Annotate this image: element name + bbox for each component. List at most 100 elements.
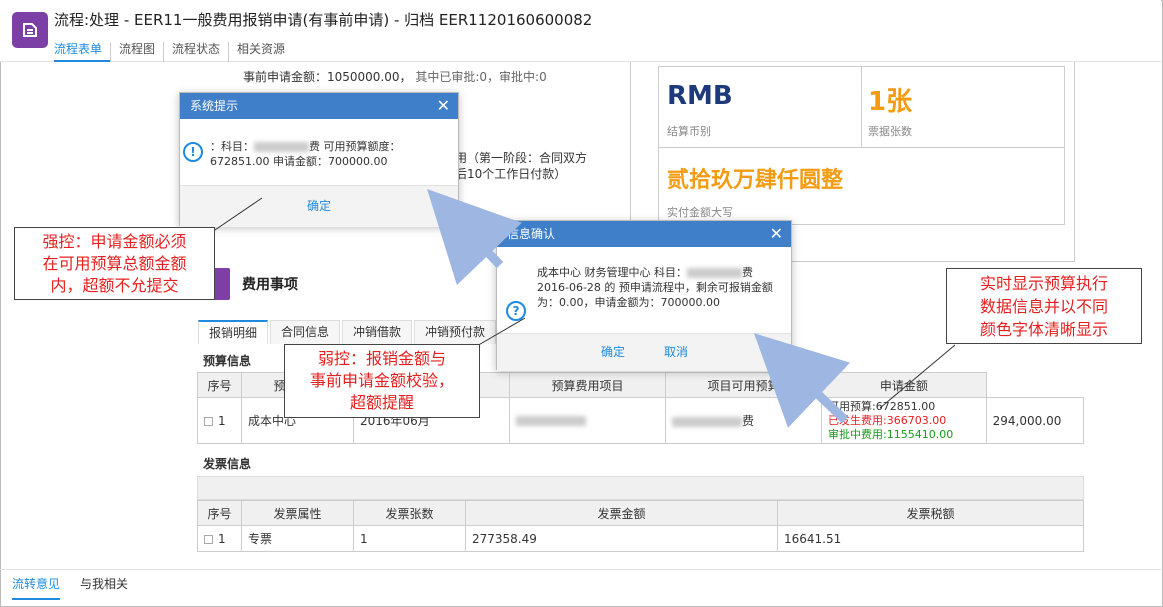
blurred-text — [687, 268, 742, 278]
prelim-amount: 事前申请金额：1050000.00， 其中已审批:0，审批中:0 — [243, 68, 547, 85]
close-icon[interactable]: ✕ — [770, 221, 783, 247]
row-index-cell: 1 — [197, 397, 242, 444]
dialog-title: 系统提示 — [190, 99, 239, 113]
tab-offset-prepay[interactable]: 冲销预付款 — [414, 320, 497, 344]
prelim-amount-value: 事前申请金额：1050000.00， — [243, 70, 412, 84]
page-title: 流程:处理 - EER11一般费用报销申请(有事前申请) - 归档 EER112… — [54, 11, 593, 29]
tab-related[interactable]: 与我相关 — [80, 575, 128, 592]
incurred-expense: 已发生费用:366703.00 — [828, 413, 947, 427]
inv-count: 1 — [353, 525, 466, 552]
tab-flowchart[interactable]: 流程图 — [110, 42, 163, 62]
message-line-2: 2016-06-28 的 预申请流程中，剩余可报销金额 — [537, 281, 773, 294]
expense-title: 费用事项 — [242, 277, 298, 293]
callout-strong-control: 强控：申请金额必须 在可用预算总额金额 内，超额不允提交 — [14, 227, 215, 300]
currency-label: 结算币别 — [667, 125, 711, 138]
col-tax: 发票税额 — [777, 500, 1084, 526]
terms-line-2: 后10个工作日付款） — [455, 167, 567, 181]
callout-weak-control: 弱控：报销金额与 事前申请金额校验， 超额提醒 — [284, 344, 480, 418]
amount-words-value: 贰拾玖万肆仟圆整 — [667, 168, 844, 193]
row-checkbox[interactable] — [204, 534, 213, 544]
blurred-text — [516, 416, 586, 426]
invoice-toolbar — [197, 476, 1084, 500]
tab-status[interactable]: 流程状态 — [163, 42, 228, 62]
message-line-2: 672851.00 申请金额：700000.00 — [210, 155, 388, 168]
callout-line: 超额提醒 — [349, 393, 414, 412]
invoice-section-title: 发票信息 — [203, 457, 252, 471]
page-header: 流程:处理 - EER11一般费用报销申请(有事前申请) - 归档 EER112… — [0, 0, 1161, 62]
blurred-text — [672, 416, 742, 427]
dialog-titlebar: 信息确认 ✕ — [497, 221, 791, 247]
tab-form[interactable]: 流程表单 — [54, 42, 111, 62]
row-checkbox[interactable] — [204, 416, 213, 426]
cancel-button[interactable]: 取消 — [664, 345, 688, 360]
col-index: 序号 — [197, 500, 242, 526]
callout-line: 实时显示预算执行 — [979, 274, 1108, 293]
col-available: 项目可用预算 — [665, 372, 822, 398]
row-cost-center-blurred — [509, 397, 666, 444]
amount-words-label: 实付金额大写 — [667, 206, 733, 219]
row-expense-item: 费 — [665, 397, 822, 444]
dialog-footer: 确定 取消 — [497, 333, 791, 371]
ok-button[interactable]: 确定 — [601, 345, 625, 360]
row-index: 1 — [218, 413, 226, 428]
col-type: 发票属性 — [241, 500, 354, 526]
inv-type: 专票 — [241, 525, 354, 552]
message-line-1: 成本中心 财务管理中心 科目： 费 — [537, 265, 787, 280]
budget-section-title: 预算信息 — [203, 354, 252, 368]
blurred-text — [254, 142, 309, 152]
bottom-tabs: 流转意见 与我相关 — [0, 569, 1161, 600]
expense-tabs: 报销明细 合同信息 冲销借款 冲销预付款 — [198, 320, 498, 344]
callout-line: 弱控：报销金额与 — [317, 349, 446, 368]
count-cell: 1张 票据张数 — [861, 66, 1065, 148]
expense-suffix: 费 — [742, 414, 755, 428]
payment-terms: 用（第一阶段：合同双方 后10个工作日付款） — [455, 150, 615, 182]
row-available: 可用预算:672851.00 已发生费用:366703.00 审批中费用:115… — [821, 397, 987, 444]
currency-value: RMB — [667, 81, 733, 111]
tab-detail[interactable]: 报销明细 — [198, 320, 269, 344]
message-line-1: ：科目： 费 可用预算额度： — [210, 139, 450, 154]
dialog-footer: 确定 — [180, 185, 458, 227]
close-icon[interactable]: ✕ — [437, 93, 450, 119]
count-label: 票据张数 — [868, 125, 912, 138]
dialog-message: 成本中心 财务管理中心 科目： 费 2016-06-28 的 预申请流程中，剩余可… — [537, 265, 787, 310]
expense-header: 费用事项 — [208, 268, 298, 302]
tab-resources[interactable]: 相关资源 — [228, 42, 293, 62]
col-expense-item: 预算费用项目 — [509, 372, 666, 398]
row-amount: 294,000.00 — [985, 397, 1085, 444]
inv-index-cell: 1 — [197, 525, 242, 552]
info-icon: ? — [506, 301, 526, 321]
tab-contract[interactable]: 合同信息 — [270, 320, 341, 344]
line1-post: 费 可用预算额度： — [309, 140, 401, 153]
info-icon: ! — [183, 142, 203, 162]
currency-cell: RMB 结算币别 — [658, 66, 862, 148]
callout-line: 强控：申请金额必须 — [42, 232, 187, 251]
count-value: 1张 — [868, 87, 913, 117]
line1-pre: ：科目： — [210, 140, 254, 153]
tab-offset-loan[interactable]: 冲销借款 — [342, 320, 413, 344]
col-count: 发票张数 — [353, 500, 466, 526]
invoice-table: 序号 发票属性 发票张数 发票金额 发票税额 1 专票 1 277358.49 … — [197, 500, 1084, 552]
app-logo-icon — [12, 12, 48, 48]
callout-line: 在可用预算总额金额 — [42, 254, 187, 273]
callout-line: 内，超额不允提交 — [50, 276, 179, 295]
dialog-body: ! ：科目： 费 可用预算额度： 672851.00 申请金额：700000.00… — [180, 119, 458, 227]
callout-line: 事前申请金额校验， — [309, 371, 454, 390]
line1-pre: 成本中心 财务管理中心 科目： — [537, 266, 687, 279]
nav-tabs: 流程表单 流程图 流程状态 相关资源 — [54, 42, 293, 62]
col-amount: 申请金额 — [821, 372, 987, 398]
tab-comments[interactable]: 流转意见 — [12, 575, 61, 600]
callout-line: 数据信息并以不同 — [979, 297, 1108, 316]
callout-realtime: 实时显示预算执行 数据信息并以不同 颜色字体清晰显示 — [946, 268, 1142, 344]
prelim-amount-sub: 其中已审批:0，审批中:0 — [415, 70, 547, 84]
line1-post: 费 — [742, 266, 753, 279]
dialog-message: ：科目： 费 可用预算额度： 672851.00 申请金额：700000.00 — [210, 139, 450, 169]
ok-button[interactable]: 确定 — [307, 199, 331, 214]
col-index: 序号 — [197, 372, 242, 398]
inv-tax: 16641.51 — [777, 525, 1084, 552]
confirm-dialog: 信息确认 ✕ ? 成本中心 财务管理中心 科目： 费 2016-06-28 的 预… — [496, 220, 792, 371]
amount-words-cell: 贰拾玖万肆仟圆整 实付金额大写 — [658, 147, 1065, 225]
dialog-body: ? 成本中心 财务管理中心 科目： 费 2016-06-28 的 预申请流程中，剩… — [497, 247, 791, 371]
inv-amount: 277358.49 — [465, 525, 778, 552]
system-dialog: 系统提示 ✕ ! ：科目： 费 可用预算额度： 672851.00 申请金额：70… — [179, 92, 459, 227]
table-row: 1 专票 1 277358.49 16641.51 — [197, 525, 1084, 552]
